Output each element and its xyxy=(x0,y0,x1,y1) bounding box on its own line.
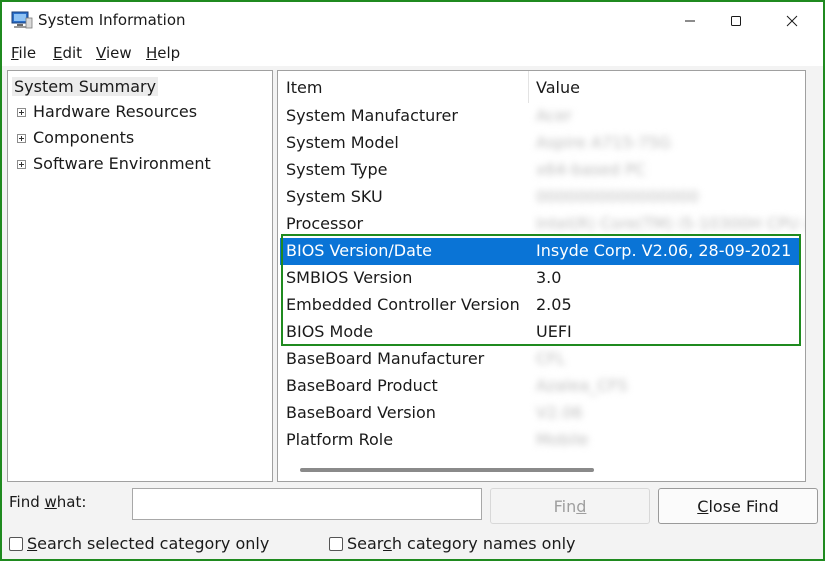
menu-view-mnemonic: V xyxy=(96,44,106,62)
expand-plus-icon[interactable] xyxy=(17,108,26,117)
close-button[interactable] xyxy=(769,2,815,40)
close-icon xyxy=(786,15,798,27)
find-what-input[interactable] xyxy=(132,488,482,520)
menu-help-mnemonic: H xyxy=(146,44,158,62)
column-header-item[interactable]: Item xyxy=(286,78,322,97)
row-value: 2.05 xyxy=(536,295,572,314)
row-item: System Type xyxy=(286,160,388,179)
expand-plus-icon[interactable] xyxy=(17,134,26,143)
system-information-window: System Information File Edit View Help S… xyxy=(0,0,825,561)
row-item: System Manufacturer xyxy=(286,106,458,125)
checkbox-box[interactable] xyxy=(329,536,343,551)
table-row[interactable]: BaseBoard Version V2.06 xyxy=(278,400,800,427)
row-item: BIOS Mode xyxy=(286,322,374,341)
tree-item-components[interactable]: Components xyxy=(33,128,134,147)
menu-file[interactable]: File xyxy=(11,44,36,62)
row-item: Embedded Controller Version xyxy=(286,295,520,314)
table-row[interactable]: System Type x64-based PC xyxy=(278,157,800,184)
row-item: Platform Role xyxy=(286,430,394,449)
table-row[interactable]: BaseBoard Manufacturer CFL xyxy=(278,346,800,373)
list-header: Item Value xyxy=(278,71,800,103)
title-bar[interactable]: System Information xyxy=(2,2,823,40)
row-item: SMBIOS Version xyxy=(286,268,413,287)
table-row[interactable]: Embedded Controller Version 2.05 xyxy=(278,292,800,319)
category-tree[interactable]: System Summary Hardware Resources Compon… xyxy=(7,70,273,482)
row-value: 3.0 xyxy=(536,268,562,287)
find-what-label: Find what: xyxy=(9,493,87,511)
menu-help[interactable]: Help xyxy=(146,44,180,62)
window-title: System Information xyxy=(38,11,186,29)
search-selected-category-checkbox[interactable]: Search selected category only xyxy=(9,534,269,553)
row-value: Azalea_CFS xyxy=(536,376,628,395)
row-item: BaseBoard Version xyxy=(286,403,436,422)
row-value: V2.06 xyxy=(536,403,583,422)
menu-edit[interactable]: Edit xyxy=(53,44,82,62)
row-value: CFL xyxy=(536,349,566,368)
menu-bar: File Edit View Help xyxy=(2,40,823,66)
search-category-names-checkbox[interactable]: Search category names only xyxy=(329,534,576,553)
row-value: Aspire A715-75G xyxy=(536,133,672,152)
table-row-selected[interactable]: BIOS Version/Date Insyde Corp. V2.06, 28… xyxy=(280,238,800,265)
maximize-button[interactable] xyxy=(713,2,759,40)
menu-view-rest: iew xyxy=(105,44,132,62)
tree-item-system-summary[interactable]: System Summary xyxy=(12,77,159,96)
table-row[interactable]: System Manufacturer Acer xyxy=(278,103,800,130)
table-row[interactable]: Processor Intel(R) Core(TM) i5-10300H CP… xyxy=(278,211,805,238)
row-item: System SKU xyxy=(286,187,383,206)
row-item: BaseBoard Manufacturer xyxy=(286,349,485,368)
table-row[interactable]: Platform Role Mobile xyxy=(278,427,800,454)
minimize-button[interactable] xyxy=(667,2,713,40)
row-value: Mobile xyxy=(536,430,589,449)
row-value: x64-based PC xyxy=(536,160,646,179)
expand-plus-icon[interactable] xyxy=(17,160,26,169)
maximize-icon xyxy=(731,16,741,26)
row-value: UEFI xyxy=(536,322,572,341)
row-item: System Model xyxy=(286,133,399,152)
system-information-icon xyxy=(11,11,33,29)
checkbox-box[interactable] xyxy=(9,536,23,551)
row-item: BIOS Version/Date xyxy=(286,241,432,260)
table-row[interactable]: System Model Aspire A715-75G xyxy=(278,130,800,157)
column-divider[interactable] xyxy=(528,71,529,103)
column-header-value[interactable]: Value xyxy=(536,78,580,97)
search-selected-category-label: Search selected category only xyxy=(27,534,270,553)
menu-file-rest: ile xyxy=(18,44,37,62)
find-button[interactable]: Find xyxy=(490,488,650,524)
search-category-names-label: Search category names only xyxy=(347,534,576,553)
find-button-label: Find xyxy=(553,496,587,516)
table-row[interactable]: SMBIOS Version 3.0 xyxy=(278,265,800,292)
menu-file-mnemonic: F xyxy=(11,44,19,62)
minimize-icon xyxy=(685,20,695,22)
menu-edit-rest: dit xyxy=(62,44,83,62)
close-find-button[interactable]: Close Find xyxy=(658,488,818,524)
menu-view[interactable]: View xyxy=(96,44,132,62)
details-list[interactable]: Item Value System Manufacturer Acer Syst… xyxy=(277,70,806,482)
horizontal-scrollbar-thumb[interactable] xyxy=(300,468,594,472)
tree-item-software-environment[interactable]: Software Environment xyxy=(33,154,211,173)
table-row[interactable]: BIOS Mode UEFI xyxy=(278,319,800,346)
find-label-mnemonic: w xyxy=(44,493,57,511)
row-item: Processor xyxy=(286,214,364,233)
close-find-button-label: Close Find xyxy=(697,496,779,516)
table-row[interactable]: System SKU 0000000000000000 xyxy=(278,184,800,211)
row-value: Intel(R) Core(TM) i5-10300H CPU @ xyxy=(536,214,806,233)
row-item: BaseBoard Product xyxy=(286,376,438,395)
row-value: 0000000000000000 xyxy=(536,187,699,206)
table-row[interactable]: BaseBoard Product Azalea_CFS xyxy=(278,373,800,400)
menu-help-rest: elp xyxy=(157,44,181,62)
row-value: Acer xyxy=(536,106,572,125)
tree-item-hardware-resources[interactable]: Hardware Resources xyxy=(33,102,197,121)
row-value: Insyde Corp. V2.06, 28-09-2021 xyxy=(536,241,792,260)
